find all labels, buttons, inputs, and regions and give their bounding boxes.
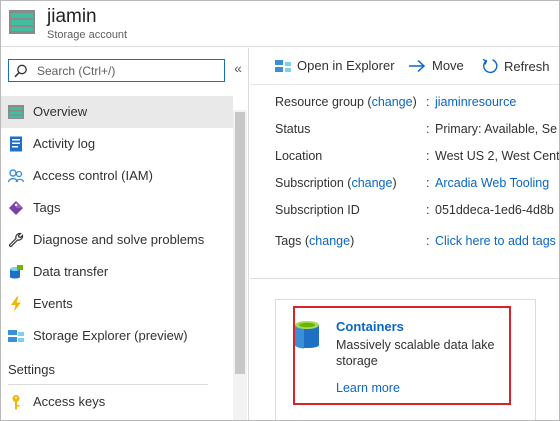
sidebar-section-settings: Settings (1, 352, 233, 386)
sidebar-item-activity-log[interactable]: Activity log (1, 128, 233, 160)
label-text: ) (412, 95, 417, 109)
refresh-icon (482, 58, 498, 74)
sidebar-item-access-control[interactable]: Access control (IAM) (1, 160, 233, 192)
containers-description: Massively scalable data lake storage (336, 338, 495, 368)
change-tags-link[interactable]: change (309, 234, 350, 248)
subscription-id-label: Subscription ID (275, 203, 360, 217)
containers-icon (295, 321, 319, 349)
change-resource-group-link[interactable]: change (372, 95, 413, 109)
storage-account-blade: jiamin Storage account « Overview (0, 0, 560, 421)
label-text: ) (350, 234, 355, 248)
label-text: Tags ( (275, 234, 310, 248)
status-label: Status (275, 122, 311, 136)
essentials-panel: Resource group (change) : jiaminresource… (275, 95, 560, 261)
location-row: Location : West US 2, West Centr (275, 149, 560, 176)
blade-header: jiamin Storage account (1, 1, 559, 47)
data-transfer-icon (10, 265, 23, 279)
sidebar-item-data-transfer[interactable]: Data transfer (1, 256, 233, 288)
arrow-right-icon (409, 59, 426, 72)
subscription-id-row: Subscription ID : 051ddeca-1ed6-4d8b (275, 203, 559, 234)
sidebar-item-label: Storage Explorer (preview) (33, 328, 188, 343)
sidebar-item-label: Activity log (33, 136, 96, 151)
resource-group-row: Resource group (change) : jiaminresource (275, 95, 559, 122)
command-bar: Open in Explorer Move Refresh (250, 48, 559, 85)
location-label: Location (275, 149, 323, 163)
status-row: Status : Primary: Available, Se (275, 122, 559, 149)
label-text: Resource group ( (275, 95, 372, 109)
sidebar-item-label: Access keys (33, 394, 106, 409)
search-icon (14, 64, 27, 78)
collapse-sidebar-button[interactable]: « (231, 60, 245, 76)
containers-card[interactable]: Containers Massively scalable data lake … (275, 299, 536, 420)
page-title: jiamin (47, 6, 97, 27)
lightning-icon (11, 296, 21, 312)
wrench-icon (8, 232, 24, 248)
add-tags-link[interactable]: Click here to add tags (435, 234, 556, 248)
sidebar-item-label: Access control (IAM) (33, 168, 153, 183)
refresh-label: Refresh (504, 58, 550, 74)
activity-log-icon (10, 136, 22, 152)
colon: : (426, 149, 430, 163)
open-in-explorer-label: Open in Explorer (297, 58, 395, 73)
section-heading: Settings (8, 362, 55, 377)
tags-row: Tags (change) : Click here to add tags (275, 234, 559, 261)
colon: : (426, 95, 430, 109)
status-value: Primary: Available, Se (435, 122, 558, 136)
learn-more-link[interactable]: Learn more (336, 381, 400, 395)
tag-icon (9, 201, 23, 215)
access-control-icon (8, 169, 24, 183)
sidebar-nav: Overview Activity log Access control (IA… (1, 96, 233, 418)
tags-label: Tags (change) (275, 234, 354, 248)
section-divider (8, 384, 208, 385)
sidebar-item-label: Data transfer (33, 264, 109, 279)
colon: : (426, 122, 430, 136)
colon: : (426, 176, 430, 190)
sidebar-item-label: Overview (33, 104, 88, 119)
subscription-label: Subscription (change) (275, 176, 397, 190)
sidebar-item-label: Events (33, 296, 73, 311)
location-value: West US 2, West Centr (435, 149, 560, 163)
storage-explorer-icon (275, 59, 291, 72)
label-text: Subscription ( (275, 176, 352, 190)
sidebar-item-storage-explorer[interactable]: Storage Explorer (preview) (1, 320, 233, 352)
open-in-explorer-button[interactable]: Open in Explorer (275, 58, 395, 73)
colon: : (426, 234, 430, 248)
colon: : (426, 203, 430, 217)
sidebar-item-access-keys[interactable]: Access keys (1, 386, 233, 418)
sidebar-item-events[interactable]: Events (1, 288, 233, 320)
subscription-link[interactable]: Arcadia Web Tooling (435, 176, 549, 190)
resource-group-link[interactable]: jiaminresource (435, 95, 516, 109)
containers-title-link[interactable]: Containers (336, 319, 404, 334)
subscription-id-value: 051ddeca-1ed6-4d8b (435, 203, 554, 217)
sidebar-scrollbar[interactable] (233, 110, 247, 420)
move-label: Move (432, 58, 464, 73)
search-input[interactable] (37, 62, 221, 79)
sidebar-item-tags[interactable]: Tags (1, 192, 233, 224)
page-subtitle: Storage account (47, 29, 128, 41)
overview-icon (8, 105, 24, 119)
scrollbar-thumb[interactable] (235, 112, 245, 374)
move-button[interactable]: Move (408, 58, 464, 73)
sidebar: « Overview Activity log (1, 48, 249, 420)
change-subscription-link[interactable]: change (351, 176, 392, 190)
main-content: Open in Explorer Move Refresh Resource g… (250, 48, 560, 420)
sidebar-item-label: Tags (33, 200, 61, 215)
storage-explorer-icon (8, 330, 24, 342)
sidebar-item-diagnose[interactable]: Diagnose and solve problems (1, 224, 233, 256)
search-box[interactable] (8, 59, 225, 82)
sidebar-item-label: Diagnose and solve problems (33, 232, 205, 247)
refresh-button[interactable]: Refresh (482, 58, 550, 74)
subscription-row: Subscription (change) : Arcadia Web Tool… (275, 176, 559, 203)
key-icon (12, 395, 20, 410)
resource-group-label: Resource group (change) (275, 95, 417, 109)
section-divider (250, 278, 559, 279)
sidebar-item-overview[interactable]: Overview (1, 96, 233, 128)
storage-account-icon (9, 10, 35, 34)
label-text: ) (392, 176, 397, 190)
